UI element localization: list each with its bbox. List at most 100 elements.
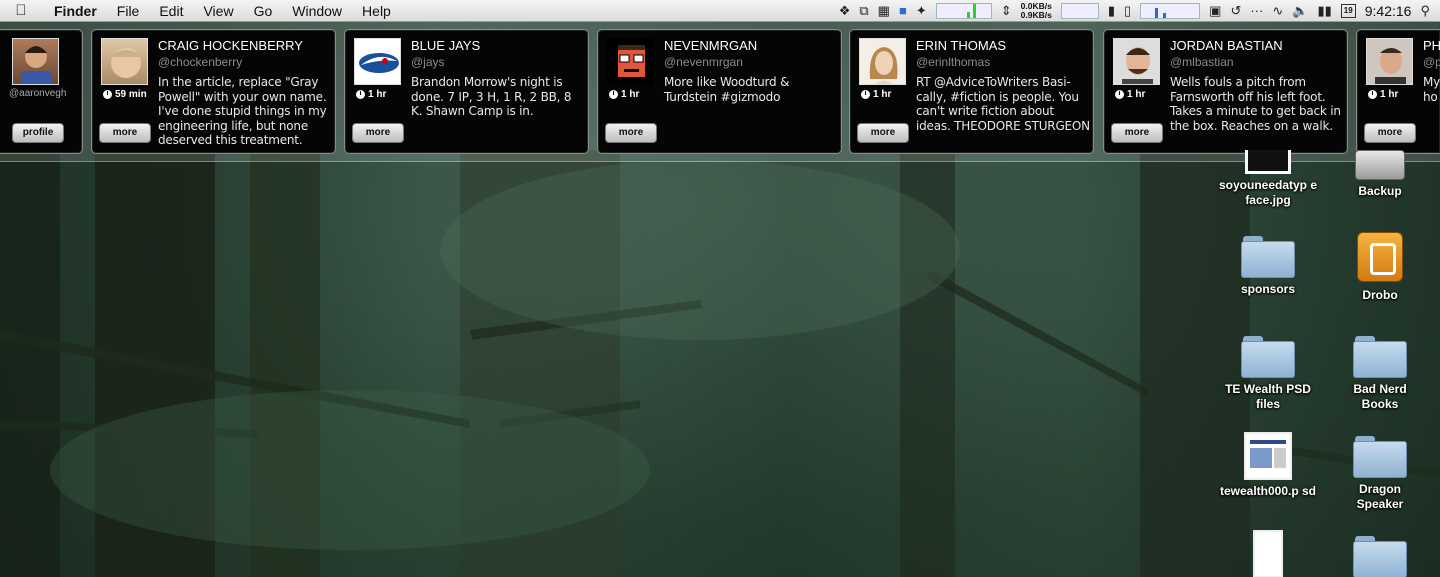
tweet-card: 1 hr more NEVENMRGAN @nevenmrgan More li… — [597, 29, 842, 154]
desktop-item-label: tewealth000.p sd — [1219, 484, 1317, 498]
dropbox-icon[interactable]: ❖ — [839, 0, 851, 22]
avatar[interactable] — [1366, 38, 1413, 85]
tweet-author-handle[interactable]: @mlbastian — [1170, 55, 1234, 69]
menu-app-finder[interactable]: Finder — [42, 0, 107, 22]
desktop-item-label: soyouneedatyp eface.jpg — [1218, 178, 1318, 207]
tweet-author-handle[interactable]: @p — [1423, 55, 1440, 69]
desktop-item-tewealth000-psd[interactable]: tewealth000.p sd — [1218, 432, 1318, 499]
desktop-item-drobo[interactable]: Drobo — [1330, 232, 1430, 303]
tweet-time: 1 hr — [1115, 89, 1145, 100]
apple-icon[interactable]:  — [0, 2, 42, 19]
menu-clock[interactable]: 9:42:16 — [1365, 3, 1412, 19]
profile-button[interactable]: profile — [12, 123, 64, 143]
folder-icon — [1353, 536, 1407, 577]
document-file-icon — [1253, 530, 1283, 577]
tweet-text: More like Woodturd & Turdstein #gizmodo — [664, 75, 790, 104]
cpu-graph-icon[interactable] — [935, 2, 992, 19]
status-menus: ❖ ⧉ ▦ ■ ✦ ⇕ 0.0KB/s 0.9KB/s ▮ ▯ ▣ ↺ ··· … — [839, 0, 1440, 22]
tweet-text: Brandon Morrow's night is done. 7 IP, 3 … — [411, 75, 572, 118]
desktop-item-soyouneedatypeface[interactable]: soyouneedatyp eface.jpg — [1218, 150, 1318, 208]
desktop-item-label: TE Wealth PSD files — [1225, 382, 1311, 411]
net-down-rate: 0.9KB/s — [1020, 9, 1052, 20]
menu-go[interactable]: Go — [244, 0, 283, 22]
tweet-text: RT @AdviceToWriters Basi-cally, #fiction… — [916, 75, 1090, 133]
bars-icon[interactable]: ▦ — [878, 0, 890, 22]
more-button[interactable]: more — [99, 123, 151, 143]
desktop-item-label: Bad Nerd Books — [1353, 382, 1407, 411]
tweet-author-name: JORDAN BASTIAN — [1170, 38, 1283, 53]
network-graph-icon[interactable] — [1060, 2, 1099, 19]
menu-edit[interactable]: Edit — [149, 0, 193, 22]
tweet-author-handle[interactable]: @chockenberry — [158, 55, 242, 69]
desktop-item-bad-nerd-books[interactable]: Bad Nerd Books — [1330, 336, 1430, 412]
calendar-icon[interactable]: 19 — [1340, 3, 1356, 18]
desktop-item-backup[interactable]: Backup — [1330, 150, 1430, 199]
ellipsis-icon[interactable]: ··· — [1250, 0, 1263, 22]
avatar[interactable] — [12, 38, 59, 85]
tweet-author-name: CRAIG HOCKENBERRY — [158, 38, 303, 53]
blue-square-icon[interactable]: ■ — [899, 0, 907, 22]
memory-icon[interactable]: ▮ — [1108, 0, 1115, 22]
more-button[interactable]: more — [352, 123, 404, 143]
sync-icon[interactable]: ⧉ — [859, 0, 868, 22]
menu-window[interactable]: Window — [282, 0, 352, 22]
tweet-author-name: ERIN THOMAS — [916, 38, 1007, 53]
clock-icon — [609, 90, 618, 99]
desktop-item-partial-folder[interactable] — [1330, 536, 1430, 577]
drobo-drive-icon — [1357, 232, 1403, 282]
more-button[interactable]: more — [605, 123, 657, 143]
tweet-time: 1 hr — [356, 89, 386, 100]
tweet-time-text: 59 min — [115, 89, 147, 100]
avatar[interactable] — [859, 38, 906, 85]
wifi-icon[interactable]: ∿ — [1272, 0, 1283, 22]
tweet-time-text: 1 hr — [1127, 89, 1146, 100]
tweet-card: 59 min more CRAIG HOCKENBERRY @chockenbe… — [91, 29, 336, 154]
tweet-author-handle[interactable]: @jays — [411, 55, 445, 69]
clock-icon — [1115, 90, 1124, 99]
avatar[interactable] — [607, 38, 654, 85]
tweet-text: Wells fouls a pitch from Farnsworth off … — [1170, 75, 1341, 133]
tweet-time: 1 hr — [609, 89, 639, 100]
more-button[interactable]: more — [1364, 123, 1416, 143]
tweet-author-handle[interactable]: @nevenmrgan — [664, 55, 743, 69]
tweet-author-name: BLUE JAYS — [411, 38, 481, 53]
clock-icon — [1368, 90, 1377, 99]
desktop-item-sponsors[interactable]: sponsors — [1218, 236, 1318, 297]
tweet-author-handle[interactable]: @erinlthomas — [916, 55, 990, 69]
tweet-card: 1 hr more BLUE JAYS @jays Brandon Morrow… — [344, 29, 589, 154]
evernote-icon[interactable]: ✦ — [916, 0, 927, 22]
desktop-item-dragon-speaker[interactable]: Dragon Speaker — [1330, 436, 1430, 512]
desktop-item-te-wealth-psd-files[interactable]: TE Wealth PSD files — [1218, 336, 1318, 412]
avatar[interactable] — [1113, 38, 1160, 85]
time-machine-icon[interactable]: ↺ — [1230, 0, 1241, 22]
disk-icon[interactable]: ▯ — [1124, 0, 1131, 22]
disk-graph-icon[interactable] — [1140, 2, 1201, 19]
tweet-time-text: 1 hr — [368, 89, 387, 100]
menu-view[interactable]: View — [193, 0, 243, 22]
desktop-item-label: Backup — [1358, 184, 1402, 198]
tweet-card: 1 hr more JORDAN BASTIAN @mlbastian Well… — [1103, 29, 1348, 154]
folder-icon — [1241, 336, 1295, 378]
folder-icon — [1241, 236, 1295, 278]
avatar[interactable] — [354, 38, 401, 85]
tweet-text: My ho — [1423, 75, 1440, 104]
volume-icon[interactable]: 🔈 — [1292, 0, 1308, 22]
menu-file[interactable]: File — [107, 0, 150, 22]
network-speed[interactable]: 0.0KB/s 0.9KB/s — [1020, 1, 1052, 20]
clock-icon — [356, 90, 365, 99]
avatar[interactable] — [101, 38, 148, 85]
tweet-card: 1 hr more ERIN THOMAS @erinlthomas RT @A… — [849, 29, 1094, 154]
more-button[interactable]: more — [1111, 123, 1163, 143]
desktop-item-partial-file[interactable] — [1218, 530, 1318, 577]
tweet-text: In the article, replace "Gray Powell" wi… — [158, 75, 327, 147]
battery-icon[interactable]: ▮▮ — [1317, 0, 1331, 22]
more-button[interactable]: more — [857, 123, 909, 143]
desktop-item-label: sponsors — [1240, 282, 1295, 296]
menu-help[interactable]: Help — [352, 0, 401, 22]
tweet-time: 1 hr — [1368, 89, 1398, 100]
tweet-author-name: PH — [1423, 38, 1440, 53]
tweet-author-name: NEVENMRGAN — [664, 38, 758, 53]
display-icon[interactable]: ▣ — [1209, 0, 1221, 22]
spotlight-search-icon[interactable]: ⚲ — [1420, 0, 1430, 22]
tweet-time-text: 1 hr — [621, 89, 640, 100]
